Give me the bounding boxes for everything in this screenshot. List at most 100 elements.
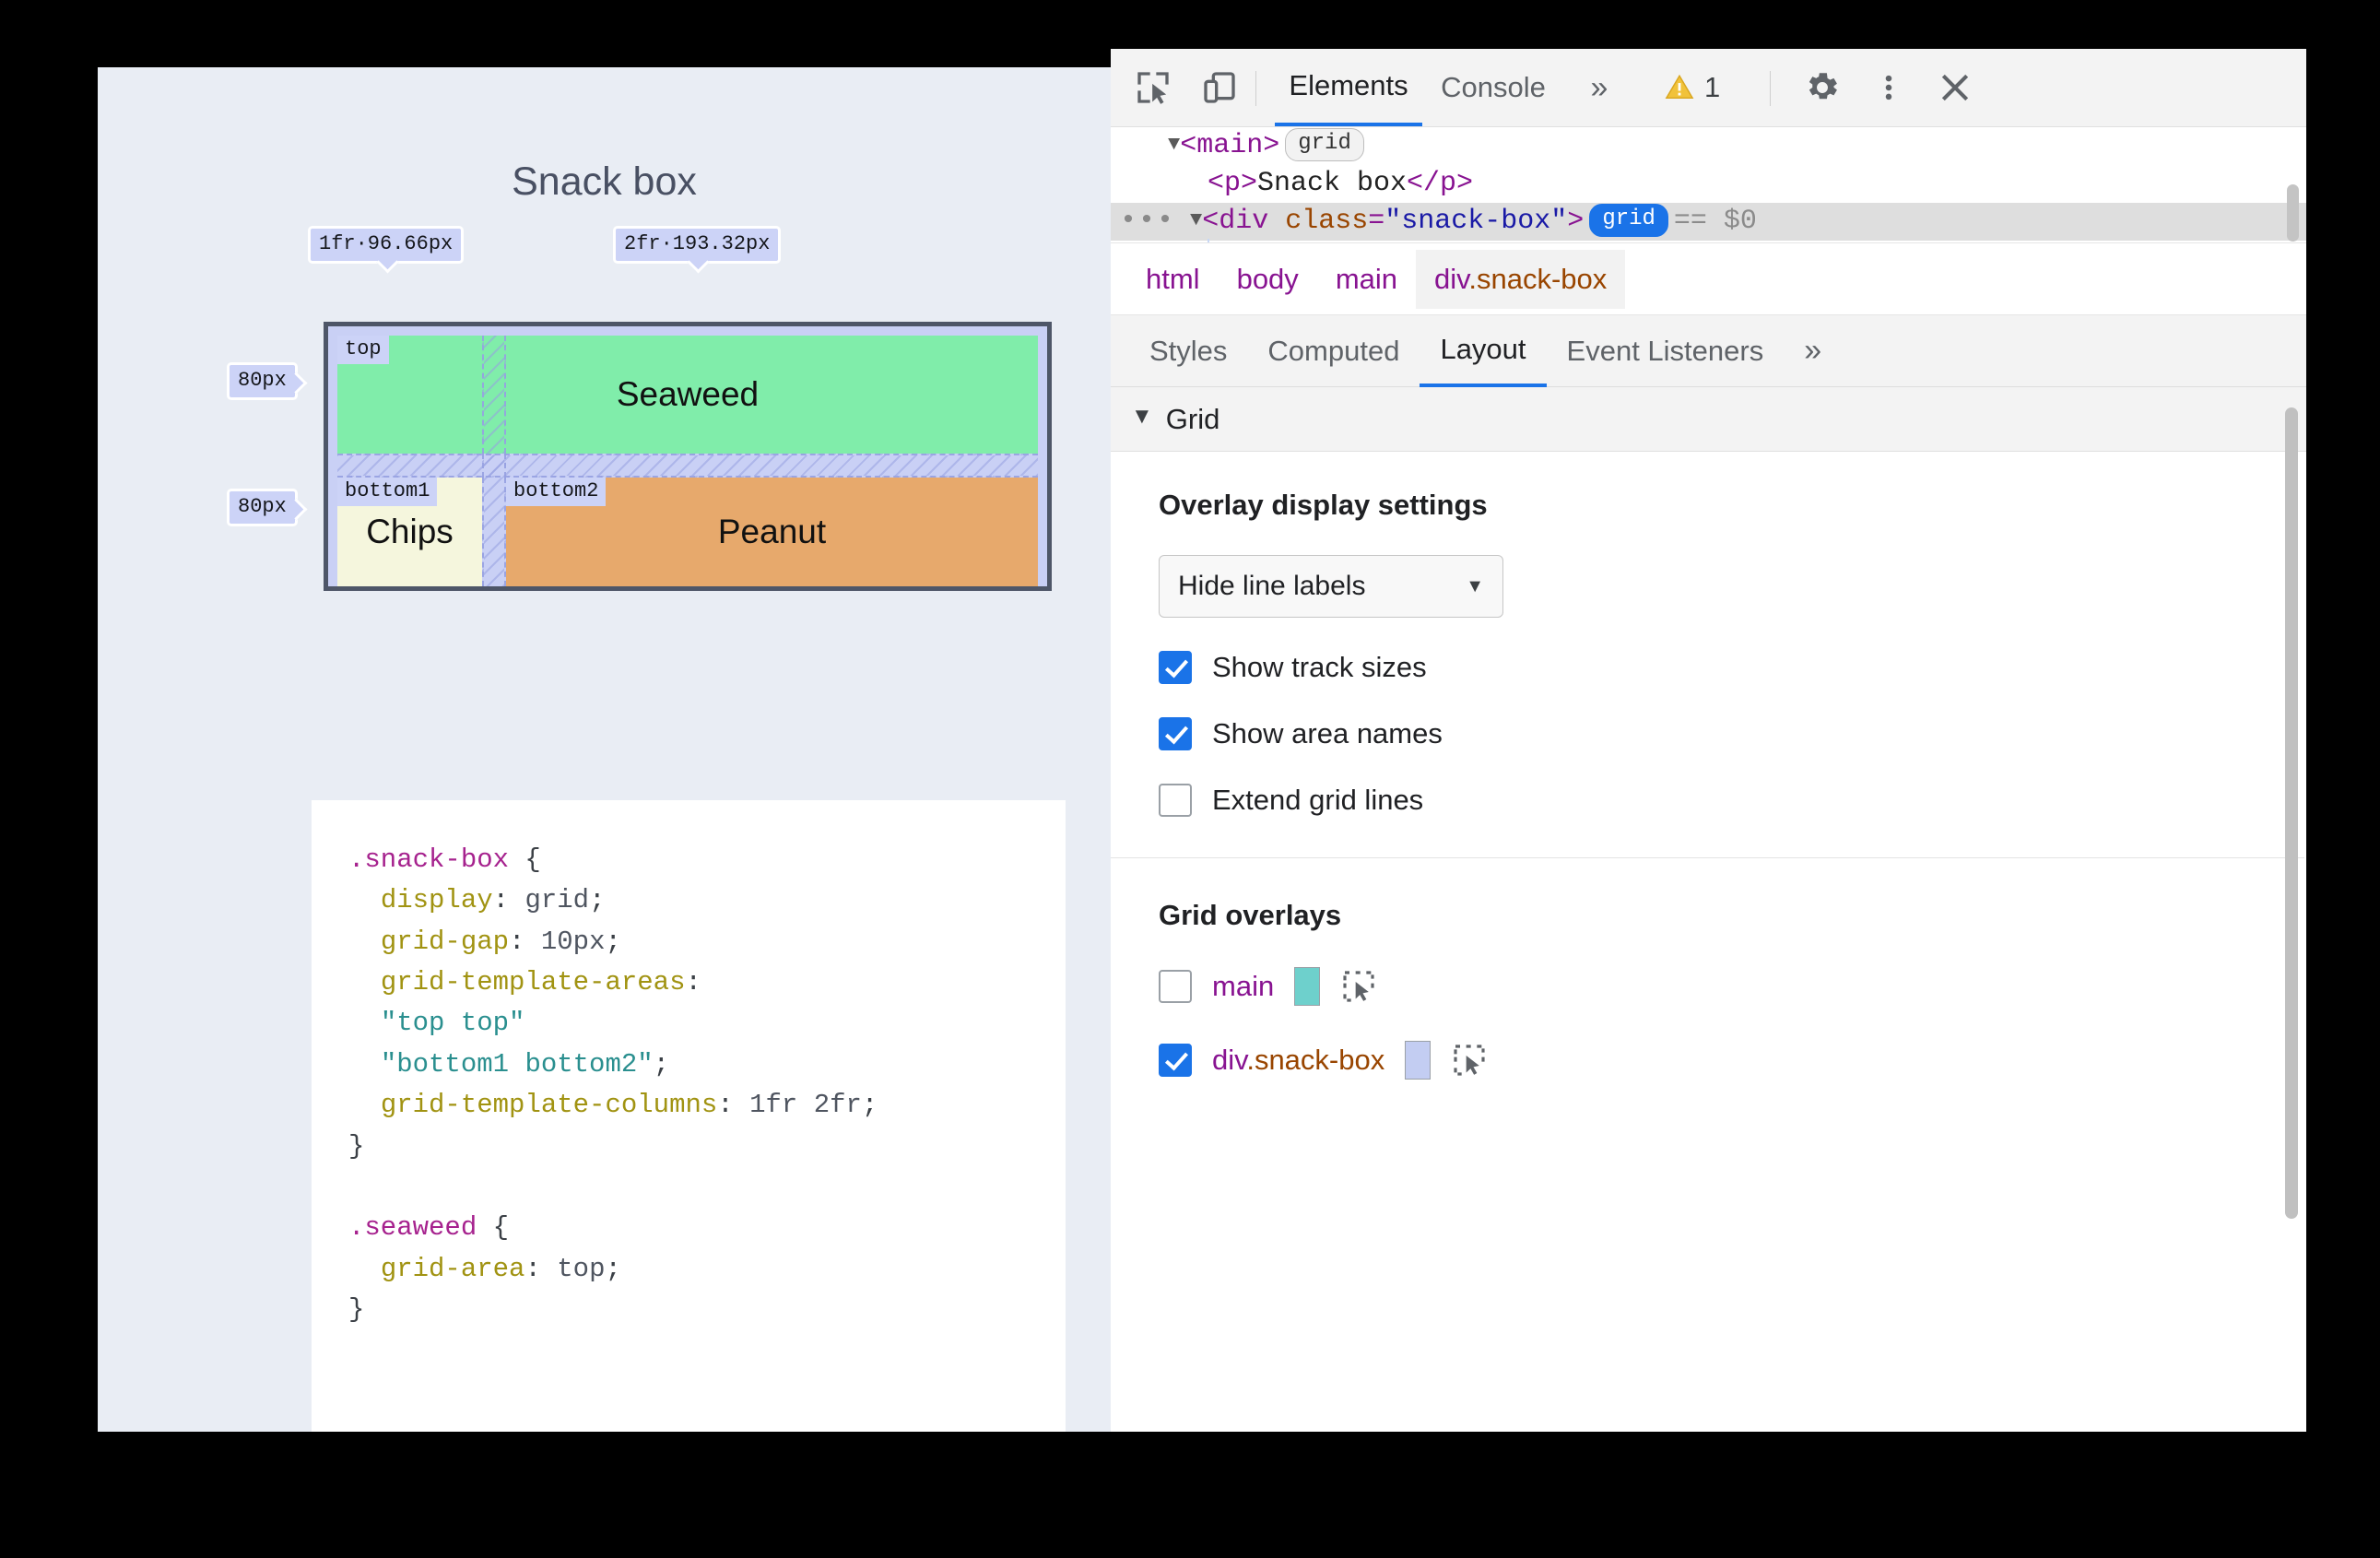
more-tabs-icon[interactable]: » xyxy=(1564,49,1634,126)
device-toolbar-icon[interactable] xyxy=(1197,65,1242,110)
grid-area-top: Seaweed xyxy=(337,336,1038,454)
breadcrumb-tagname: div xyxy=(1434,262,1469,295)
grid-overlay-snackbox-checkbox[interactable] xyxy=(1159,1044,1192,1077)
css-code-block: .snack-box { display: grid; grid-gap: 10… xyxy=(348,844,878,1325)
layout-pane: ▼ Grid Overlay display settings Hide lin… xyxy=(1111,387,2306,1432)
dom-tree: ▼<main> grid <p>Snack box</p> ••• ▼<div cl… xyxy=(1111,127,2306,243)
screenshot-root: Snack box 1fr·96.66px 2fr·193.32px 80px … xyxy=(0,0,2380,1558)
grid-overlays-title: Grid overlays xyxy=(1159,899,1342,931)
grid-area-top-text: Seaweed xyxy=(616,375,760,413)
gap-intersection-hatch xyxy=(482,454,506,478)
close-icon[interactable] xyxy=(1933,65,1977,110)
grid-section-title: Grid xyxy=(1165,402,1220,435)
tab-event-listeners[interactable]: Event Listeners xyxy=(1547,315,1785,387)
warning-triangle-icon xyxy=(1664,72,1695,103)
grid-area-bottom2-text: Peanut xyxy=(717,513,827,550)
tab-styles[interactable]: Styles xyxy=(1129,315,1247,387)
show-track-sizes-checkbox[interactable] xyxy=(1159,651,1192,684)
column-gap-hatch-top xyxy=(482,336,506,454)
grid-section-header[interactable]: ▼ Grid xyxy=(1111,387,2306,452)
tab-layout[interactable]: Layout xyxy=(1420,315,1547,387)
grid-overlay-row-snackbox[interactable]: div.snack-box xyxy=(1159,1041,2306,1080)
expand-arrow-icon[interactable]: ▼ xyxy=(1168,127,1180,163)
page-viewport: Snack box 1fr·96.66px 2fr·193.32px 80px … xyxy=(98,67,1111,1432)
inspect-element-icon[interactable] xyxy=(1131,65,1175,110)
grid-badge-main[interactable]: grid xyxy=(1285,128,1364,162)
show-element-icon[interactable] xyxy=(1451,1042,1488,1079)
tab-elements[interactable]: Elements xyxy=(1275,49,1422,126)
breadcrumb-item-html[interactable]: html xyxy=(1127,250,1219,309)
grid-section-body: Overlay display settings Hide line label… xyxy=(1111,452,2306,1080)
show-area-names-checkbox[interactable] xyxy=(1159,717,1192,750)
layout-pane-scrollbar[interactable] xyxy=(2285,407,2298,1219)
chevron-down-icon: ▼ xyxy=(1466,575,1484,596)
row-track-size-label-2: 80px xyxy=(227,489,308,527)
toolbar-divider-1 xyxy=(1255,71,1256,106)
css-code-card: .snack-box { display: grid; grid-gap: 10… xyxy=(312,800,1066,1432)
css-prop-grid-template-columns: grid-template-columns xyxy=(380,1090,718,1121)
breadcrumb-item-main[interactable]: main xyxy=(1317,250,1416,309)
grid-overlay-snackbox-color-swatch[interactable] xyxy=(1405,1041,1432,1080)
area-name-label-bottom1: bottom1 xyxy=(337,478,438,507)
page-title: Snack box xyxy=(512,159,697,204)
line-labels-select[interactable]: Hide line labels ▼ xyxy=(1159,555,1503,618)
grid-overlay-main-checkbox[interactable] xyxy=(1159,970,1192,1003)
tab-computed[interactable]: Computed xyxy=(1247,315,1420,387)
breadcrumb-classname: .snack-box xyxy=(1468,262,1608,295)
grid-container-outline: Seaweed Chips Peanut top bottom1 bottom2 xyxy=(324,322,1052,591)
row-gap-hatch xyxy=(337,454,1038,478)
show-area-names-label: Show area names xyxy=(1212,717,1443,749)
grid-area-bottom1-text: Chips xyxy=(366,513,454,550)
dom-row[interactable]: <p>Snack box</p> xyxy=(1111,165,2306,203)
breadcrumb-item-body[interactable]: body xyxy=(1219,250,1317,309)
show-area-names-row[interactable]: Show area names xyxy=(1159,717,2306,750)
toolbar-divider-2 xyxy=(1770,71,1771,106)
css-selector-seaweed: .seaweed xyxy=(348,1212,477,1244)
grid-overlay-main-label: main xyxy=(1212,970,1275,1002)
dom-tree-scrollbar[interactable] xyxy=(2287,184,2299,242)
column-track-size-label-2: 2fr·193.32px xyxy=(613,226,782,274)
show-element-icon[interactable] xyxy=(1340,968,1377,1005)
extend-grid-lines-row[interactable]: Extend grid lines xyxy=(1159,784,2306,817)
grid-overlay-main-color-swatch[interactable] xyxy=(1294,967,1321,1006)
warning-count[interactable]: 1 xyxy=(1664,49,1720,126)
dom-row[interactable]: ▼<main> grid xyxy=(1111,127,2306,165)
grid-overlay-snackbox-label: div.snack-box xyxy=(1212,1044,1385,1076)
more-options-icon[interactable] xyxy=(1867,65,1911,110)
expand-arrow-icon[interactable]: ▼ xyxy=(1190,201,1202,239)
area-name-label-bottom2: bottom2 xyxy=(506,478,607,507)
dom-row-ellipsis-icon[interactable]: ••• xyxy=(1120,203,1175,241)
chevron-down-icon[interactable]: ▼ xyxy=(1131,404,1153,430)
column-gap-hatch-bottom xyxy=(482,478,506,586)
breadcrumb: html body main div.snack-box xyxy=(1111,243,2306,315)
breadcrumb-item-div-snackbox[interactable]: div.snack-box xyxy=(1416,249,1626,309)
devtools-panel: Elements Console » 1 ▼<main> grid <p>Sna… xyxy=(1111,49,2306,1432)
dom-tag-main: <main> xyxy=(1180,130,1280,161)
css-areas-row2: "bottom1 bottom2" xyxy=(380,1048,654,1080)
extend-grid-lines-checkbox[interactable] xyxy=(1159,784,1192,817)
column-track-size-label-1: 1fr·96.66px xyxy=(308,226,465,274)
dom-node-p: <p> xyxy=(1208,168,1258,199)
grid-overlay: 1fr·96.66px 2fr·193.32px 80px 80px Seawe… xyxy=(227,226,1052,591)
line-labels-select-value: Hide line labels xyxy=(1178,571,1366,601)
devtools-toolbar: Elements Console » 1 xyxy=(1111,49,2306,127)
warning-count-number: 1 xyxy=(1704,71,1721,103)
dom-row-selected[interactable]: ••• ▼<div class="snack-box"> grid == $0 xyxy=(1111,203,2306,241)
more-sidebar-tabs-icon[interactable]: » xyxy=(1784,315,1842,387)
sidebar-tabs: Styles Computed Layout Event Listeners » xyxy=(1111,315,2306,387)
css-prop-display: display xyxy=(380,885,493,916)
tab-console[interactable]: Console xyxy=(1424,49,1562,126)
css-prop-gridgap: grid-gap xyxy=(380,926,510,957)
overlay-display-settings-title: Overlay display settings xyxy=(1159,489,1488,521)
show-track-sizes-label: Show track sizes xyxy=(1212,651,1427,683)
section-divider xyxy=(1111,857,2304,858)
grid-overlay-row-main[interactable]: main xyxy=(1159,967,2306,1006)
grid-badge-snackbox[interactable]: grid xyxy=(1589,204,1668,238)
css-areas-row1: "top top" xyxy=(380,1008,525,1039)
gear-icon[interactable] xyxy=(1800,65,1844,110)
show-track-sizes-row[interactable]: Show track sizes xyxy=(1159,651,2306,684)
css-selector-snackbox: .snack-box xyxy=(348,844,510,875)
css-prop-grid-template-areas: grid-template-areas xyxy=(380,967,686,998)
css-prop-grid-area: grid-area xyxy=(380,1253,525,1284)
area-name-label-top: top xyxy=(337,336,389,365)
